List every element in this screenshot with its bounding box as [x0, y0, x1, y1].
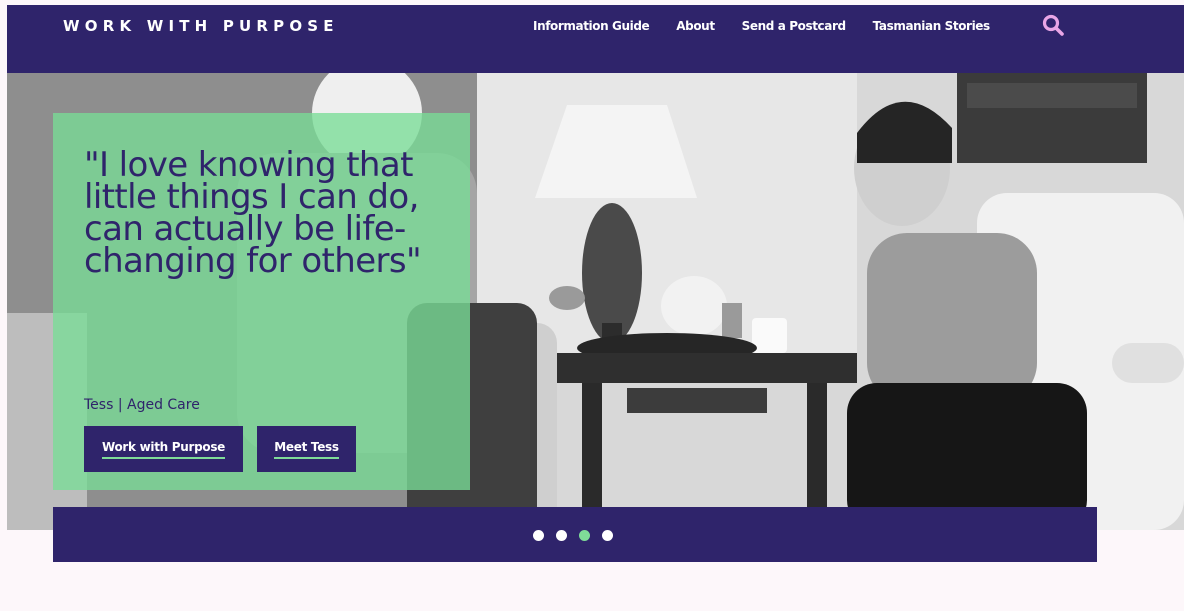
carousel-pagination	[53, 507, 1097, 562]
hero-quote: "I love knowing that little things I can…	[84, 145, 422, 281]
search-icon	[1042, 14, 1064, 36]
quote-attribution: Tess | Aged Care	[84, 397, 200, 413]
carousel-dot-1[interactable]	[533, 530, 544, 541]
carousel-dots	[533, 530, 613, 541]
carousel-dot-3[interactable]	[579, 530, 590, 541]
main-nav: Information Guide About Send a Postcard …	[533, 19, 1017, 33]
carousel-dot-2[interactable]	[556, 530, 567, 541]
nav-item-information-guide[interactable]: Information Guide	[533, 19, 650, 33]
work-with-purpose-label: Work with Purpose	[101, 440, 225, 459]
search-button[interactable]	[1040, 12, 1068, 40]
carousel-dot-4[interactable]	[602, 530, 613, 541]
nav-item-about[interactable]: About	[676, 19, 715, 33]
meet-tess-button[interactable]: Meet Tess	[257, 426, 356, 472]
site-header: WORK WITH PURPOSE Information Guide Abou…	[7, 5, 1184, 73]
work-with-purpose-button[interactable]: Work with Purpose	[84, 426, 243, 472]
hero-banner: "I love knowing that little things I can…	[7, 73, 1184, 530]
nav-item-send-a-postcard[interactable]: Send a Postcard	[742, 19, 846, 33]
site-logo[interactable]: WORK WITH PURPOSE	[63, 17, 339, 35]
meet-tess-label: Meet Tess	[274, 440, 339, 459]
nav-item-tasmanian-stories[interactable]: Tasmanian Stories	[873, 19, 990, 33]
quote-card: "I love knowing that little things I can…	[53, 113, 470, 490]
